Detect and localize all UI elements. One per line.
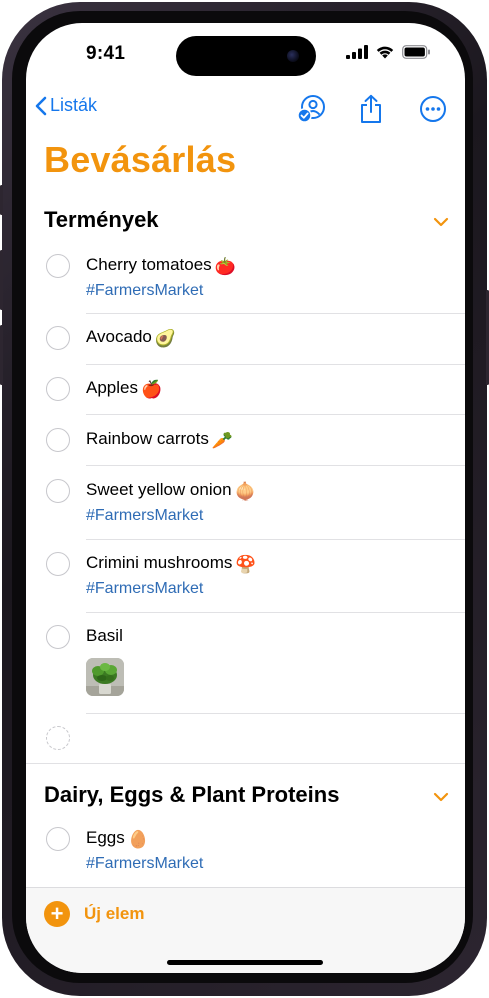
item-title: Rainbow carrots [86, 429, 209, 448]
completion-circle[interactable] [46, 479, 70, 503]
item-title: Crimini mushrooms [86, 553, 233, 572]
bottom-toolbar: + Új elem [26, 887, 465, 973]
item-tag[interactable]: #FarmersMarket [86, 507, 203, 525]
apple-emoji: 🍎 [140, 380, 163, 399]
list-item[interactable]: Avocado 🥑 [26, 314, 465, 365]
chevron-down-icon[interactable] [433, 217, 449, 227]
battery-icon [402, 45, 430, 59]
plus-icon: + [44, 901, 70, 927]
new-item-label: Új elem [84, 904, 145, 923]
completion-circle[interactable] [46, 326, 70, 350]
list-item[interactable]: Apples 🍎 [26, 365, 465, 415]
front-camera [287, 50, 299, 62]
home-indicator[interactable] [167, 960, 323, 965]
list-item[interactable]: Sweet yellow onion 🧅 #FarmersMarket [26, 466, 465, 540]
cellular-signal-icon [346, 45, 368, 59]
mushroom-emoji: 🍄 [235, 555, 257, 574]
completion-circle[interactable] [46, 377, 70, 401]
side-button-volume-down [0, 325, 3, 385]
empty-completion-circle[interactable] [46, 726, 70, 750]
list-item[interactable]: Rainbow carrots 🥕 [26, 415, 465, 466]
completion-circle[interactable] [46, 552, 70, 576]
new-item-button[interactable]: + Új elem [44, 901, 144, 927]
list-title: Bevásárlás [44, 139, 237, 180]
item-title: Apples [86, 378, 138, 397]
side-button-volume-up [0, 250, 3, 310]
tomato-emoji: 🍅 [214, 257, 236, 276]
item-tag[interactable]: #FarmersMarket [86, 855, 203, 873]
list-item[interactable]: Crimini mushrooms 🍄 #FarmersMarket [26, 539, 465, 613]
more-icon[interactable] [418, 94, 448, 124]
item-tag[interactable]: #FarmersMarket [86, 580, 203, 598]
wifi-icon [376, 46, 394, 59]
navigation-bar: Listák [26, 91, 465, 127]
item-title: Cherry tomatoes [86, 255, 212, 274]
side-button-action [0, 185, 3, 215]
item-title: Basil [86, 626, 123, 645]
section-header-dairy: Dairy, Eggs & Plant Proteins [44, 782, 340, 807]
empty-new-item-row[interactable] [26, 713, 465, 764]
avocado-emoji: 🥑 [154, 329, 177, 348]
status-time: 9:41 [86, 43, 126, 64]
item-title: Eggs [86, 828, 125, 847]
chevron-down-icon[interactable] [433, 792, 449, 802]
section-header-produce: Termények [44, 207, 159, 232]
item-title: Sweet yellow onion [86, 480, 232, 499]
list-item[interactable]: Eggs 🥚 #FarmersMarket [26, 820, 465, 886]
screen: 9:41 Listák Bevásárlás Termények Cherry … [26, 23, 465, 973]
section-divider [26, 763, 465, 764]
carrot-emoji: 🥕 [211, 431, 233, 450]
status-icons [346, 45, 431, 59]
completion-circle[interactable] [46, 827, 70, 851]
back-button[interactable]: Listák [35, 95, 97, 116]
chevron-left-icon [35, 96, 47, 115]
share-icon[interactable] [356, 94, 386, 124]
basil-image-thumbnail[interactable] [86, 658, 124, 696]
completion-circle[interactable] [46, 254, 70, 278]
back-label: Listák [50, 95, 98, 115]
item-title: Avocado [86, 327, 152, 346]
completion-circle[interactable] [46, 428, 70, 452]
dynamic-island [176, 36, 316, 76]
egg-emoji: 🥚 [127, 830, 149, 849]
shared-person-icon[interactable] [297, 94, 327, 124]
onion-emoji: 🧅 [234, 482, 256, 501]
list-item[interactable]: Cherry tomatoes 🍅 #FarmersMarket [26, 249, 465, 315]
completion-circle[interactable] [46, 625, 70, 649]
list-item[interactable]: Basil [26, 612, 465, 714]
item-tag[interactable]: #FarmersMarket [86, 282, 203, 300]
basil-plant-image [86, 658, 124, 696]
